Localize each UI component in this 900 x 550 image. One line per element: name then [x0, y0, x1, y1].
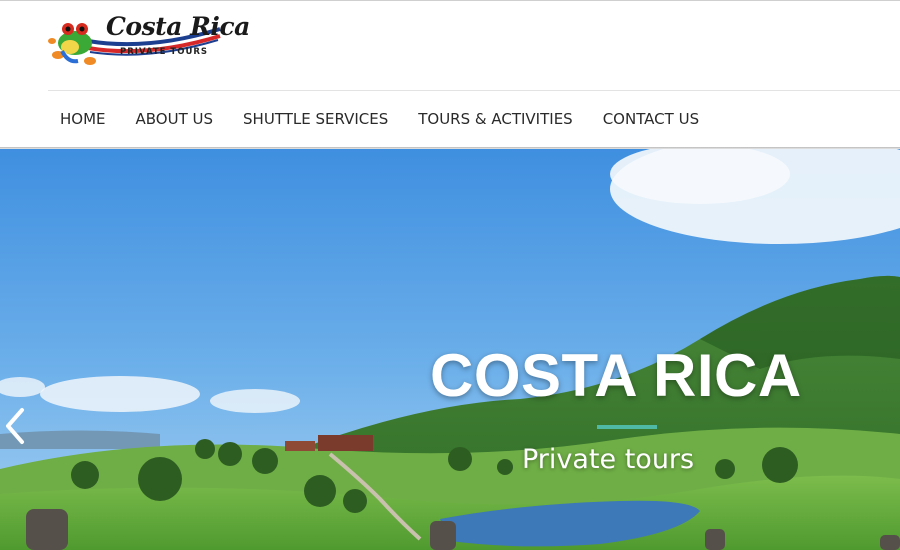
nav-shuttle-services[interactable]: SHUTTLE SERVICES [231, 91, 400, 147]
logo-title: Costa Rica [106, 12, 250, 41]
logo-subtitle: PRIVATE TOURS [120, 47, 209, 57]
main-navigation: HOME ABOUT US SHUTTLE SERVICES TOURS & A… [48, 91, 711, 147]
nav-tours-activities[interactable]: TOURS & ACTIVITIES [406, 91, 584, 147]
hero-subtitle: Private tours [522, 444, 695, 475]
site-header: Costa Rica PRIVATE TOURS HOME ABOUT US S… [0, 1, 900, 147]
slider-prev-button[interactable] [4, 407, 34, 451]
nav-home[interactable]: HOME [48, 91, 118, 147]
hero-title: COSTA RICA [430, 342, 802, 409]
hero-slider: COSTA RICA Private tours [0, 149, 900, 550]
chevron-left-icon [6, 408, 24, 444]
nav-about-us[interactable]: ABOUT US [124, 91, 226, 147]
hero-divider [597, 425, 657, 429]
nav-contact-us[interactable]: CONTACT US [591, 91, 711, 147]
site-logo[interactable]: Costa Rica PRIVATE TOURS [48, 11, 250, 73]
